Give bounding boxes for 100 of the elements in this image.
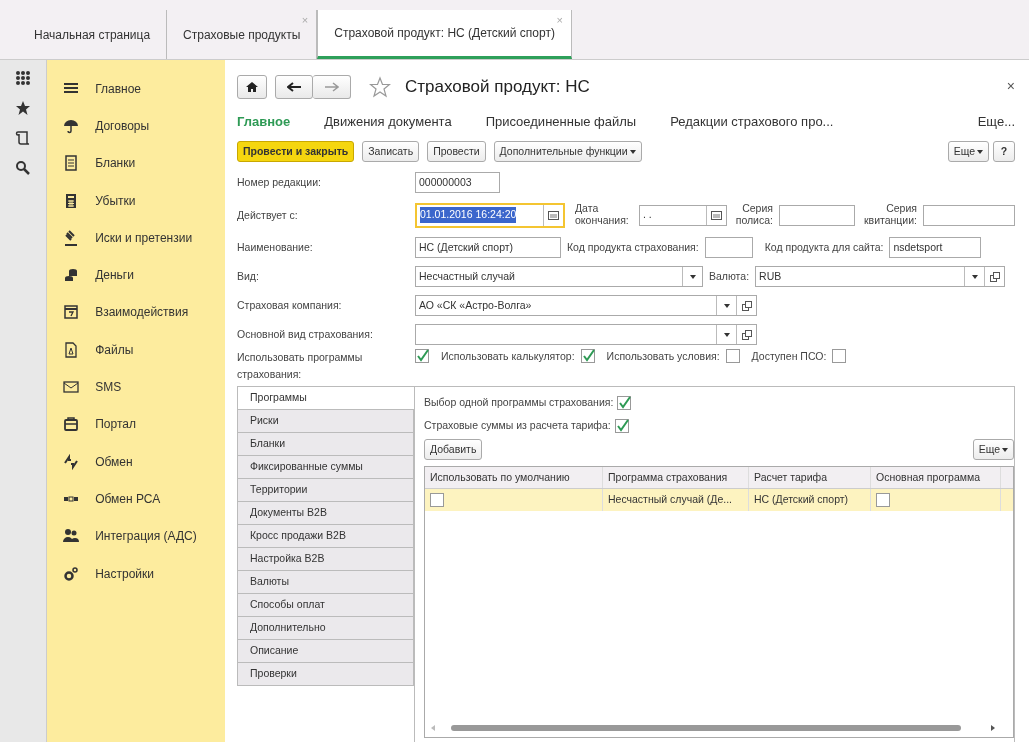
section-link[interactable]: Иски и претензии bbox=[95, 228, 193, 247]
back-button[interactable] bbox=[275, 74, 313, 99]
open-form-icon[interactable] bbox=[741, 300, 752, 311]
side-tab[interactable]: Документы B2B bbox=[237, 502, 414, 525]
date-field[interactable]: 01.01.2016 16:24:20 bbox=[415, 202, 565, 228]
side-tab[interactable]: Бланки bbox=[237, 433, 414, 456]
checkbox[interactable] bbox=[876, 493, 890, 507]
checkbox[interactable] bbox=[614, 418, 629, 433]
toolbar-button[interactable]: Еще bbox=[947, 141, 989, 162]
side-tab[interactable]: Дополнительно bbox=[237, 617, 414, 640]
field-label: Основной вид страхования: bbox=[237, 328, 373, 341]
checkbox[interactable] bbox=[725, 349, 740, 363]
column-header: Использовать по умолчанию bbox=[425, 467, 603, 488]
nav-tab[interactable]: Главное bbox=[237, 111, 291, 131]
apps-grid-icon[interactable] bbox=[15, 70, 32, 86]
checkbox[interactable] bbox=[832, 349, 847, 363]
nav-tab[interactable]: Еще... bbox=[977, 111, 1015, 131]
checkbox[interactable] bbox=[617, 395, 632, 410]
star-icon[interactable] bbox=[15, 100, 32, 116]
input-field[interactable]: 000000003 bbox=[415, 172, 500, 193]
checkbox[interactable] bbox=[430, 493, 444, 507]
table-cell: Несчастный случай (Де... bbox=[603, 489, 749, 511]
input-field[interactable] bbox=[779, 204, 855, 226]
caret-icon[interactable] bbox=[723, 303, 730, 308]
field-label: Наименование: bbox=[237, 241, 313, 254]
side-tab[interactable]: Способы оплат bbox=[237, 594, 414, 617]
side-tab[interactable]: Фиксированные суммы bbox=[237, 456, 414, 479]
nav-tab[interactable]: Присоединенные файлы bbox=[485, 111, 637, 131]
side-tab[interactable]: Территории bbox=[237, 479, 414, 502]
toolbar-button[interactable]: Провести и закрыть bbox=[237, 141, 355, 162]
field-label: Выбор одной программы страхования: bbox=[424, 394, 614, 410]
toolbar-button[interactable]: ? bbox=[993, 141, 1015, 162]
pdf-file-icon bbox=[63, 341, 80, 358]
section-link[interactable]: Файлы bbox=[95, 340, 134, 359]
caret-icon[interactable] bbox=[971, 274, 978, 279]
field-label: Дата окончания: bbox=[575, 203, 630, 227]
calendar-icon[interactable] bbox=[711, 210, 722, 220]
combo-field[interactable]: RUB bbox=[755, 266, 1006, 287]
section-link[interactable]: Обмен РСА bbox=[95, 489, 161, 508]
umbrella-icon bbox=[63, 117, 80, 134]
nav-tab[interactable]: Редакции страхового про... bbox=[670, 111, 834, 131]
input-field[interactable]: nsdetsport bbox=[889, 237, 982, 258]
input-field[interactable]: НС (Детский спорт) bbox=[415, 237, 561, 258]
section-link[interactable]: Интеграция (АДС) bbox=[95, 527, 197, 546]
checkbox[interactable] bbox=[580, 349, 595, 363]
add-button[interactable]: Добавить bbox=[424, 439, 483, 460]
nav-tab[interactable]: Движения документа bbox=[324, 111, 452, 131]
document-icon[interactable] bbox=[15, 130, 32, 146]
coins-icon bbox=[63, 267, 80, 284]
form-title: Страховой продукт: НС bbox=[405, 76, 590, 98]
envelope-icon bbox=[63, 379, 80, 395]
side-tab[interactable]: Описание bbox=[237, 640, 414, 663]
section-link[interactable]: Договоры bbox=[95, 116, 150, 135]
input-field[interactable] bbox=[704, 237, 753, 258]
caret-icon bbox=[977, 149, 983, 154]
open-form-icon[interactable] bbox=[741, 329, 752, 340]
section-link[interactable]: Главное bbox=[95, 79, 142, 98]
section-link[interactable]: Обмен bbox=[95, 452, 133, 471]
side-tab[interactable]: Риски bbox=[237, 410, 414, 433]
search-icon[interactable] bbox=[15, 160, 32, 176]
field-label: Серия полиса: bbox=[734, 203, 773, 227]
input-field[interactable] bbox=[923, 204, 1015, 226]
section-link[interactable]: Убытки bbox=[95, 191, 136, 210]
toolbar-button[interactable]: Дополнительные функции bbox=[493, 141, 642, 162]
section-link[interactable]: Взаимодействия bbox=[95, 303, 189, 322]
tab-label: Страховой продукт: НС (Детский спорт) bbox=[334, 25, 555, 42]
combo-field[interactable]: АО «СК «Астро-Волга» bbox=[415, 295, 757, 316]
tab[interactable]: Страховой продукт: НС (Детский спорт) × bbox=[317, 10, 572, 59]
field-label: Использовать условия: bbox=[606, 349, 720, 364]
star-icon[interactable] bbox=[369, 75, 391, 98]
field-label: Номер редакции: bbox=[237, 176, 321, 189]
home-button[interactable] bbox=[237, 74, 267, 99]
checkbox[interactable] bbox=[415, 349, 429, 363]
open-form-icon[interactable] bbox=[989, 271, 1000, 282]
side-tab[interactable]: Проверки bbox=[237, 663, 414, 686]
arrow-right-icon bbox=[324, 81, 339, 92]
toolbar-button[interactable]: Записать bbox=[362, 141, 420, 162]
section-link[interactable]: Бланки bbox=[95, 154, 136, 173]
section-link[interactable]: Портал bbox=[95, 415, 136, 434]
section-link[interactable]: Деньги bbox=[95, 266, 134, 285]
section-link[interactable]: Настройки bbox=[95, 564, 154, 583]
caret-icon bbox=[1002, 447, 1008, 452]
calendar-icon[interactable] bbox=[548, 210, 559, 220]
combo-field[interactable] bbox=[415, 324, 757, 345]
combo-field[interactable]: Несчастный случай bbox=[415, 266, 703, 287]
caret-icon[interactable] bbox=[689, 274, 696, 279]
date-field[interactable]: . . bbox=[639, 204, 727, 226]
caret-icon[interactable] bbox=[723, 332, 730, 337]
field-label: Код продукта для сайта: bbox=[764, 239, 884, 255]
more-button[interactable]: Еще bbox=[972, 439, 1014, 460]
close-button[interactable]: × bbox=[1006, 76, 1015, 98]
users-icon bbox=[63, 528, 80, 545]
side-tab[interactable]: Настройка B2B bbox=[237, 548, 414, 571]
column-header: Программа страхования bbox=[603, 467, 749, 488]
side-tab[interactable]: Программы bbox=[237, 387, 414, 410]
section-link[interactable]: SMS bbox=[95, 378, 122, 396]
side-tab[interactable]: Кросс продажи B2B bbox=[237, 525, 414, 548]
field-label: Код продукта страхования: bbox=[567, 239, 699, 255]
toolbar-button[interactable]: Провести bbox=[427, 141, 486, 162]
side-tab[interactable]: Валюты bbox=[237, 571, 414, 594]
